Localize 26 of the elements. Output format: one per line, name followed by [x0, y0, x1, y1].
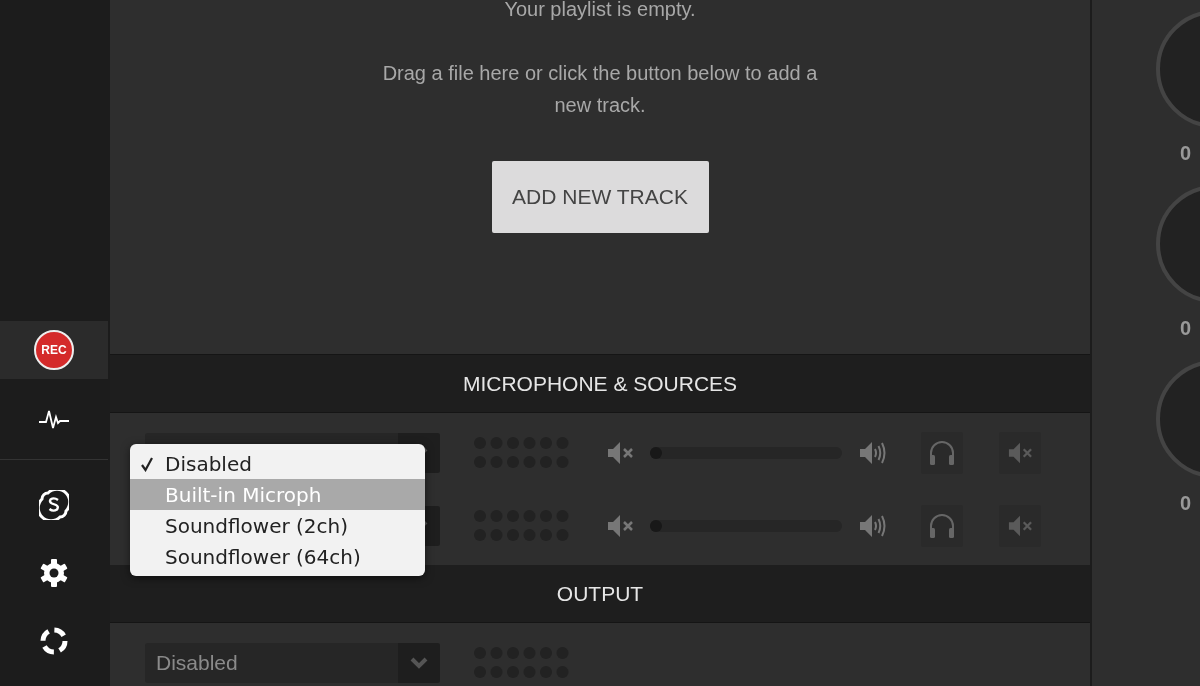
counter-value: 0 — [1180, 492, 1192, 515]
source-select[interactable]: Disabled — [145, 642, 440, 683]
sidebar-item[interactable]: REC — [0, 321, 108, 379]
settings-icon[interactable] — [39, 558, 69, 588]
lifebuoy-icon[interactable] — [39, 626, 69, 656]
section-title: MICROPHONE & SOURCES — [462, 371, 738, 396]
headphones-icon — [927, 438, 957, 467]
counter-value: 0 — [1180, 317, 1192, 340]
empty-playlist-message: Your playlist is empty. — [504, 0, 696, 21]
pulse-icon — [38, 408, 70, 430]
mute-icon — [1007, 440, 1033, 465]
mute-icon — [1007, 513, 1033, 538]
mute-button[interactable] — [999, 431, 1041, 474]
record-button-label: REC — [34, 330, 74, 370]
headphones-button[interactable] — [921, 431, 963, 474]
mute-button[interactable] — [999, 504, 1041, 547]
counter-value: 0 — [1180, 142, 1192, 165]
headphones-icon — [927, 511, 957, 540]
menu-item[interactable]: Disabled — [130, 448, 425, 479]
chevron-down-icon — [410, 656, 428, 669]
headphones-button[interactable] — [921, 504, 963, 547]
playlist-hint: Drag a file here or click the button below to add a new track. — [381, 61, 819, 118]
section-title: OUTPUT — [556, 581, 644, 606]
add-track-button[interactable]: ADD NEW TRACK — [491, 161, 709, 233]
menu-item[interactable]: Soundflower (2ch) — [130, 510, 425, 541]
menu-item[interactable]: Soundflower (64ch) — [130, 541, 425, 572]
